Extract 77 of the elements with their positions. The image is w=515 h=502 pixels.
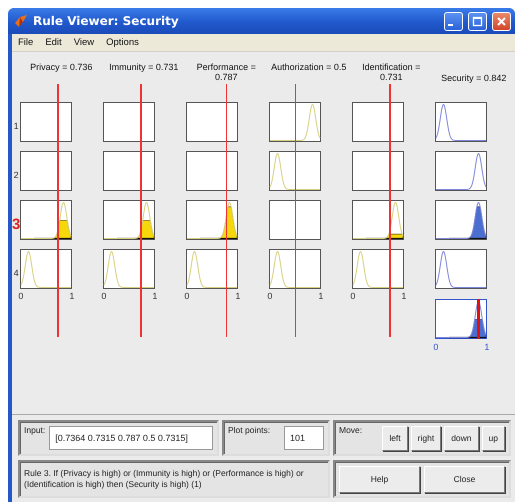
rule-number[interactable]: 4 <box>14 268 19 278</box>
menu-item[interactable]: File <box>14 36 38 49</box>
axis-label: 0 <box>350 290 356 301</box>
close-icon <box>496 16 507 26</box>
variable-label: Immunity = 0.731 <box>108 60 180 74</box>
input-field[interactable]: [0.7364 0.7315 0.787 0.5 0.7315] <box>49 426 213 450</box>
maximize-button[interactable] <box>468 12 487 30</box>
move-button[interactable]: up <box>482 426 505 450</box>
variable-label: Security = 0.842 <box>440 72 508 84</box>
move-button[interactable]: left <box>382 426 408 450</box>
input-marker-line[interactable] <box>57 84 59 337</box>
membership-plot <box>435 298 488 339</box>
move-label: Move: <box>339 425 362 435</box>
minimize-icon <box>448 24 453 26</box>
membership-plot <box>186 102 238 142</box>
menu-item[interactable]: Edit <box>41 36 66 49</box>
input-marker-line[interactable] <box>389 84 391 337</box>
membership-plot <box>186 150 238 191</box>
axis-label: 1 <box>401 290 406 301</box>
membership-plot <box>269 200 322 240</box>
axis-label: 0 <box>433 342 438 352</box>
membership-plot <box>103 102 156 142</box>
close-button[interactable] <box>492 12 511 30</box>
rule-text: Rule 3. If (Privacy is high) or (Immunity is high) or (Performance is high) or (Identification is high) then (Security is high) (1) <box>24 468 305 490</box>
membership-plot <box>20 150 72 191</box>
input-marker-line[interactable] <box>226 84 228 337</box>
membership-plot <box>352 102 404 142</box>
membership-plot <box>186 248 238 289</box>
membership-plot <box>435 102 488 142</box>
variable-label: Performance = 0.787 <box>196 60 257 84</box>
menu-item[interactable]: Options <box>102 36 143 49</box>
window-title: Rule Viewer: Security <box>33 14 180 28</box>
membership-plot <box>103 200 156 240</box>
move-button[interactable]: right <box>410 426 442 450</box>
membership-plot <box>20 200 72 240</box>
rule-number[interactable]: 1 <box>14 121 19 132</box>
maximize-icon <box>472 16 483 26</box>
dialog-button[interactable]: Close <box>424 466 505 492</box>
membership-plot <box>186 200 238 240</box>
variable-label: Privacy = 0.736 <box>29 60 94 74</box>
membership-plot <box>103 150 156 191</box>
app-icon <box>14 14 28 28</box>
variable-label: Identification = 0.731 <box>361 60 422 84</box>
axis-label: 1 <box>484 342 490 352</box>
input-marker-line[interactable] <box>140 84 142 337</box>
axis-label: 1 <box>69 290 74 301</box>
membership-plot <box>352 200 404 240</box>
axis-label: 1 <box>235 290 240 301</box>
membership-plot <box>435 200 488 240</box>
axis-label: 0 <box>18 290 24 301</box>
membership-plot <box>269 102 322 142</box>
axis-label: 1 <box>152 290 158 301</box>
plot-points-label: Plot points: <box>228 425 270 435</box>
dialog-button[interactable]: Help <box>339 466 420 492</box>
minimize-button[interactable] <box>444 12 463 30</box>
rule-number[interactable]: 2 <box>14 170 19 180</box>
variable-label: Authorization = 0.5 <box>270 60 348 74</box>
membership-plot <box>269 248 322 289</box>
membership-plot <box>352 248 404 289</box>
axis-label: 0 <box>267 290 272 301</box>
membership-plot <box>20 102 72 142</box>
rule-number[interactable]: 3 <box>12 216 20 233</box>
membership-plot <box>20 248 72 289</box>
membership-plot <box>435 248 488 289</box>
membership-plot <box>435 150 488 191</box>
membership-plot <box>269 150 322 191</box>
membership-plot <box>352 150 404 191</box>
input-marker-line[interactable] <box>294 84 296 337</box>
axis-label: 0 <box>101 290 106 301</box>
axis-label: 1 <box>318 290 324 301</box>
menu-item[interactable]: View <box>70 36 98 49</box>
membership-plot <box>103 248 156 289</box>
plot-points-field[interactable]: 101 <box>284 426 324 450</box>
axis-label: 0 <box>184 290 190 301</box>
move-button[interactable]: down <box>444 426 479 450</box>
input-label: Input: <box>24 425 46 435</box>
output-marker-line[interactable] <box>476 298 480 339</box>
